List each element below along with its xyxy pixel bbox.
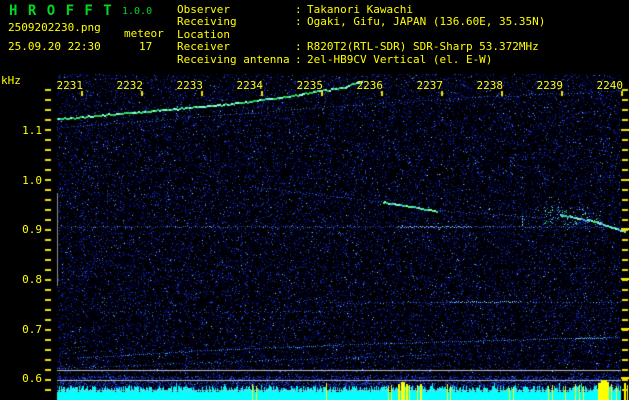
info-row-antenna: Receiving antenna:2el-HB9CV Vertical (el…: [177, 52, 545, 66]
info-colon: :: [295, 52, 302, 66]
info-label: Receiving antenna: [177, 52, 290, 66]
hrofft-window: H R O F F T 1.0.0 2509202230.png meteor …: [0, 0, 629, 400]
info-label: Receiver: [177, 40, 230, 54]
meteor-count: 17: [139, 40, 153, 53]
output-filename: 2509202230.png: [8, 21, 101, 34]
app-title: H R O F F T: [9, 3, 113, 19]
info-colon: :: [295, 40, 302, 54]
mode-label: meteor: [124, 27, 164, 40]
info-value: 2el-HB9CV Vertical (el. E-W): [307, 52, 493, 66]
app-version: 1.0.0: [122, 6, 153, 17]
info-colon: :: [295, 15, 302, 29]
info-row-location: Receiving Location: Ogaki, Gifu, JAPAN (1…: [177, 16, 545, 41]
info-label: Receiving Location: [177, 15, 237, 41]
info-value: Ogaki, Gifu, JAPAN (136.60E, 35.35N): [307, 15, 546, 29]
info-row-receiver: Receiver: R820T2(RTL-SDR) SDR-Sharp 53.37…: [177, 40, 545, 54]
timestamp: 25.09.20 22:30: [8, 40, 101, 53]
station-info: Observer: Takanori Kawachi Receiving Loca…: [177, 3, 545, 66]
info-value: R820T2(RTL-SDR) SDR-Sharp 53.372MHz: [307, 40, 539, 54]
